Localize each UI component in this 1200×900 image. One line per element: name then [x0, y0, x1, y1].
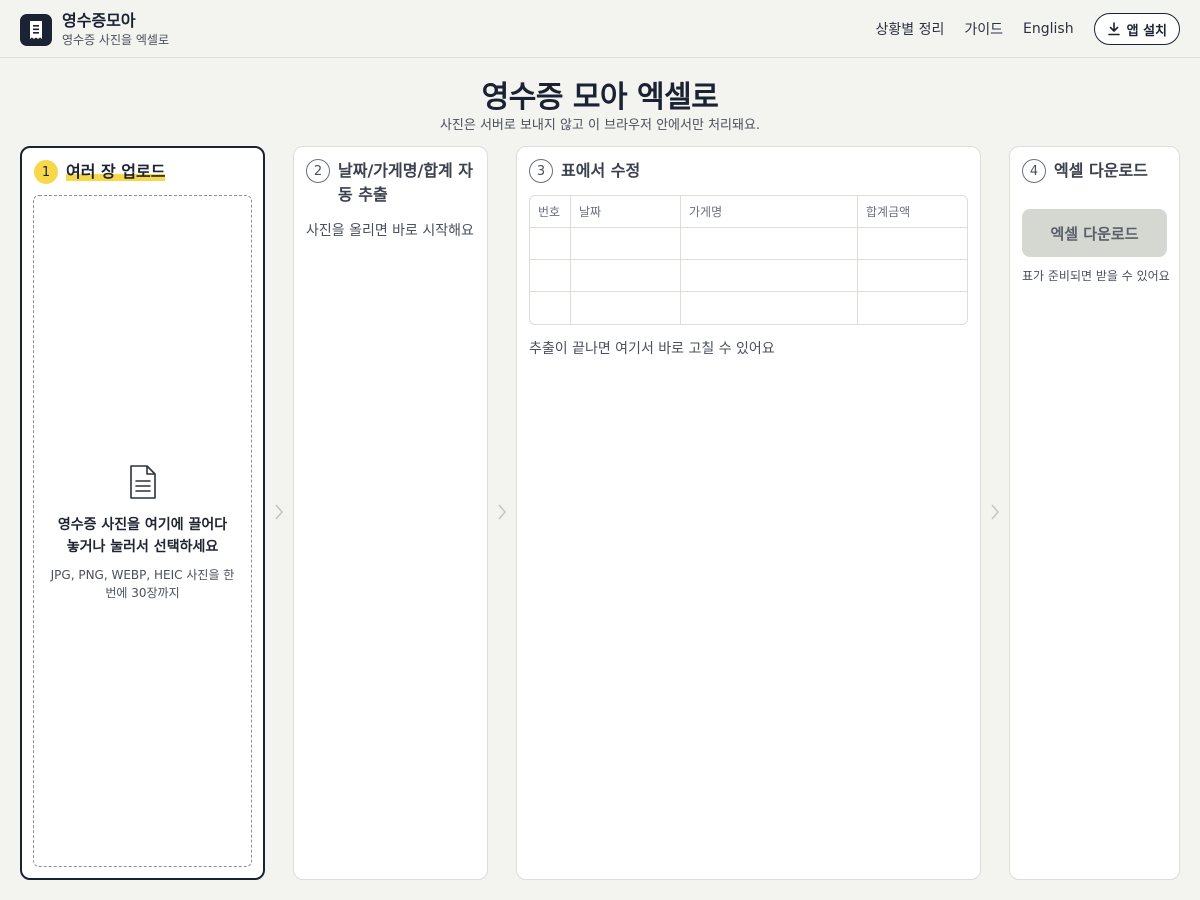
step-panel-edit: 3 표에서 수정 번호 날짜 가게명 합계금액 추출이 끝나면 여기서 바로 고…: [516, 146, 981, 880]
table-row: [530, 228, 967, 260]
step-description: 사진을 올리면 바로 시작해요: [306, 223, 474, 239]
table-cell[interactable]: [571, 228, 681, 260]
table-cell[interactable]: [530, 292, 571, 324]
table-cell[interactable]: [681, 260, 858, 292]
top-nav: 상황별 정리 가이드 English 앱 설치: [856, 13, 1180, 45]
download-note: 표가 준비되면 받을 수 있어요: [1022, 269, 1170, 283]
nav-link-english[interactable]: English: [1023, 21, 1074, 37]
step-panel-extract: 2 날짜/가게명/합계 자동 추출 사진을 올리면 바로 시작해요: [293, 146, 488, 880]
page-subtitle: 사진은 서버로 보내지 않고 이 브라우저 안에서만 처리돼요.: [439, 118, 761, 133]
brand-subtitle: 영수증 사진을 엑셀로: [62, 33, 169, 47]
step-number: 3: [529, 159, 553, 183]
table-row: [530, 260, 967, 292]
upload-dropzone[interactable]: 영수증 사진을 여기에 끌어다 놓거나 눌러서 선택하세요 JPG, PNG, …: [33, 195, 252, 867]
receipt-table: 번호 날짜 가게명 합계금액: [529, 195, 968, 325]
step-header: 2 날짜/가게명/합계 자동 추출: [306, 159, 476, 207]
table-cell[interactable]: [681, 228, 858, 260]
nav-link-situations[interactable]: 상황별 정리: [876, 19, 945, 39]
step-number: 4: [1022, 159, 1046, 183]
table-cell[interactable]: [530, 228, 571, 260]
column-header-total: 합계금액: [858, 196, 967, 228]
step-title: 여러 장 업로드: [66, 160, 166, 184]
nav-link-guide[interactable]: 가이드: [964, 19, 1003, 39]
install-app-button[interactable]: 앱 설치: [1093, 13, 1180, 45]
step-header: 1 여러 장 업로드: [34, 160, 166, 184]
brand-name: 영수증모아: [62, 11, 136, 30]
dropzone-hint: JPG, PNG, WEBP, HEIC 사진을 한 번에 30장까지: [50, 568, 235, 600]
excel-download-button[interactable]: 엑셀 다운로드: [1022, 209, 1167, 257]
download-icon: [1107, 22, 1120, 36]
column-header-number: 번호: [530, 196, 571, 228]
table-cell[interactable]: [571, 292, 681, 324]
column-header-store: 가게명: [681, 196, 858, 228]
dropzone-instruction: 영수증 사진을 여기에 끌어다 놓거나 눌러서 선택하세요: [57, 517, 228, 555]
table-cell[interactable]: [530, 260, 571, 292]
receipt-icon: [20, 14, 52, 46]
table-row: [530, 292, 967, 324]
chevron-right-icon: [498, 504, 507, 520]
table-cell[interactable]: [681, 292, 858, 324]
step-number: 2: [306, 159, 330, 183]
step-title: 엑셀 다운로드: [1054, 161, 1148, 180]
step-title: 표에서 수정: [561, 161, 641, 180]
table-cell[interactable]: [858, 228, 967, 260]
step-panel-download: 4 엑셀 다운로드 엑셀 다운로드 표가 준비되면 받을 수 있어요: [1009, 146, 1180, 880]
install-app-label: 앱 설치: [1126, 23, 1167, 39]
table-cell[interactable]: [571, 260, 681, 292]
table-cell[interactable]: [858, 260, 967, 292]
step-panel-upload: 1 여러 장 업로드 영수증 사진을 여기에 끌어다 놓거나 눌러서 선택하세요…: [20, 146, 265, 880]
step-number: 1: [34, 160, 58, 184]
step-title: 날짜/가게명/합계 자동 추출: [338, 161, 474, 204]
chevron-right-icon: [991, 504, 1000, 520]
step-description: 추출이 끝나면 여기서 바로 고칠 수 있어요: [529, 341, 775, 357]
step-header: 3 표에서 수정: [529, 159, 640, 183]
column-header-date: 날짜: [571, 196, 681, 228]
step-header: 4 엑셀 다운로드: [1022, 159, 1148, 183]
top-bar: 영수증모아 영수증 사진을 엑셀로 상황별 정리 가이드 English 앱 설…: [0, 0, 1200, 58]
file-icon: [130, 465, 156, 499]
table-cell[interactable]: [858, 292, 967, 324]
page-title: 영수증 모아 엑셀로: [481, 80, 719, 115]
chevron-right-icon: [275, 504, 284, 520]
brand[interactable]: 영수증모아 영수증 사진을 엑셀로: [20, 12, 169, 48]
table-header-row: 번호 날짜 가게명 합계금액: [530, 196, 967, 228]
